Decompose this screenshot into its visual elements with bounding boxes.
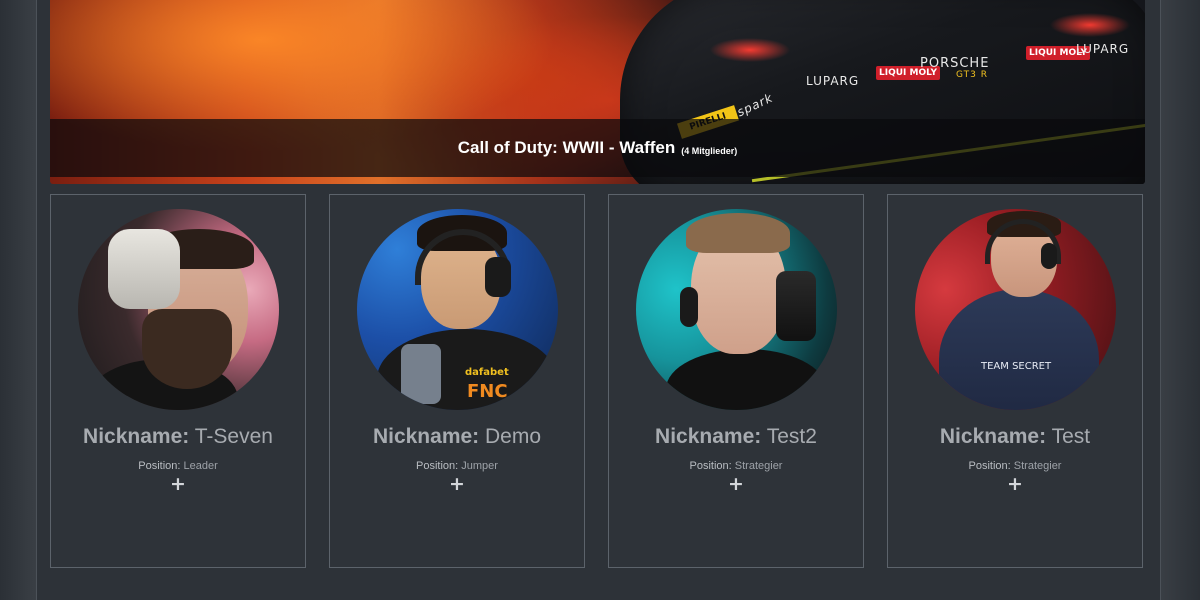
position-value: Strategier <box>1013 460 1062 472</box>
member-card: Nickname: T-Seven Position: Leader + <box>50 194 306 568</box>
member-card: Nickname: Test2 Position: Strategier + <box>608 194 864 568</box>
avatar-headset-cup <box>1041 243 1057 269</box>
sponsor-luparg-text: LUPARG <box>806 74 860 88</box>
nickname-value: T-Seven <box>194 425 273 448</box>
member-card: TEAM SECRET Nickname: Test Position: Str… <box>887 194 1143 568</box>
member-avatar <box>78 209 279 410</box>
avatar-team-text: TEAM SECRET <box>981 361 1052 372</box>
team-title: Call of Duty: WWII - Waffen <box>457 138 676 157</box>
avatar-headset-cup <box>680 287 698 327</box>
member-position: Position: Strategier <box>888 460 1142 472</box>
nickname-label: Nickname: <box>83 425 190 448</box>
nickname-label: Nickname: <box>939 425 1047 448</box>
nickname-label: Nickname: <box>655 425 762 448</box>
nickname-value: Test2 <box>766 425 817 448</box>
member-card: dafabet FNC Nickname: Demo Position: Jum… <box>329 194 585 568</box>
expand-plus-icon[interactable]: + <box>609 473 863 495</box>
expand-plus-icon[interactable]: + <box>330 473 584 495</box>
avatar-water-bottle <box>401 344 441 404</box>
avatar-headset-icon <box>776 271 816 341</box>
sponsor-porsche-text: PORSCHE <box>920 56 990 71</box>
nickname-value: Demo <box>485 425 542 448</box>
member-nickname: Nickname: Demo <box>330 425 584 449</box>
position-value: Leader <box>183 460 218 472</box>
member-nickname: Nickname: T-Seven <box>51 425 305 449</box>
member-nickname: Nickname: Test <box>888 425 1142 449</box>
position-label: Position: <box>416 460 459 472</box>
member-count: (4 Mitglieder) <box>681 145 738 156</box>
avatar-hoodie <box>666 349 826 410</box>
member-position: Position: Jumper <box>330 460 584 472</box>
avatar-team-logo-text: FNC <box>467 381 508 402</box>
model-gt3r-text: GT3 R <box>956 70 988 80</box>
member-position: Position: Strategier <box>609 460 863 472</box>
member-nickname: Nickname: Test2 <box>609 425 863 449</box>
avatar-headset-cup <box>485 257 511 297</box>
position-label: Position: <box>689 460 732 472</box>
avatar-headset-icon <box>108 229 180 309</box>
avatar-hair <box>686 213 790 253</box>
avatar-beard <box>142 309 232 389</box>
position-value: Jumper <box>461 460 498 472</box>
member-avatar: dafabet FNC <box>357 209 558 410</box>
avatar-jersey <box>939 289 1099 410</box>
sponsor-luparg-text-2: LUPARG <box>1076 42 1130 56</box>
avatar-sponsor-text: dafabet <box>465 367 509 378</box>
member-position: Position: Leader <box>51 460 305 472</box>
member-avatar <box>636 209 837 410</box>
member-avatar: TEAM SECRET <box>915 209 1116 410</box>
nickname-value: Test <box>1051 425 1091 448</box>
banner-title-bar: Call of Duty: WWII - Waffen (4 Mitgliede… <box>50 119 1145 177</box>
expand-plus-icon[interactable]: + <box>51 473 305 495</box>
page-background: LUPARG LIQUI MOLY PORSCHE GT3 R LIQUI MO… <box>0 0 1200 600</box>
position-label: Position: <box>968 460 1011 472</box>
position-value: Strategier <box>734 460 783 472</box>
nickname-label: Nickname: <box>372 425 480 448</box>
expand-plus-icon[interactable]: + <box>888 473 1142 495</box>
position-label: Position: <box>138 460 181 472</box>
